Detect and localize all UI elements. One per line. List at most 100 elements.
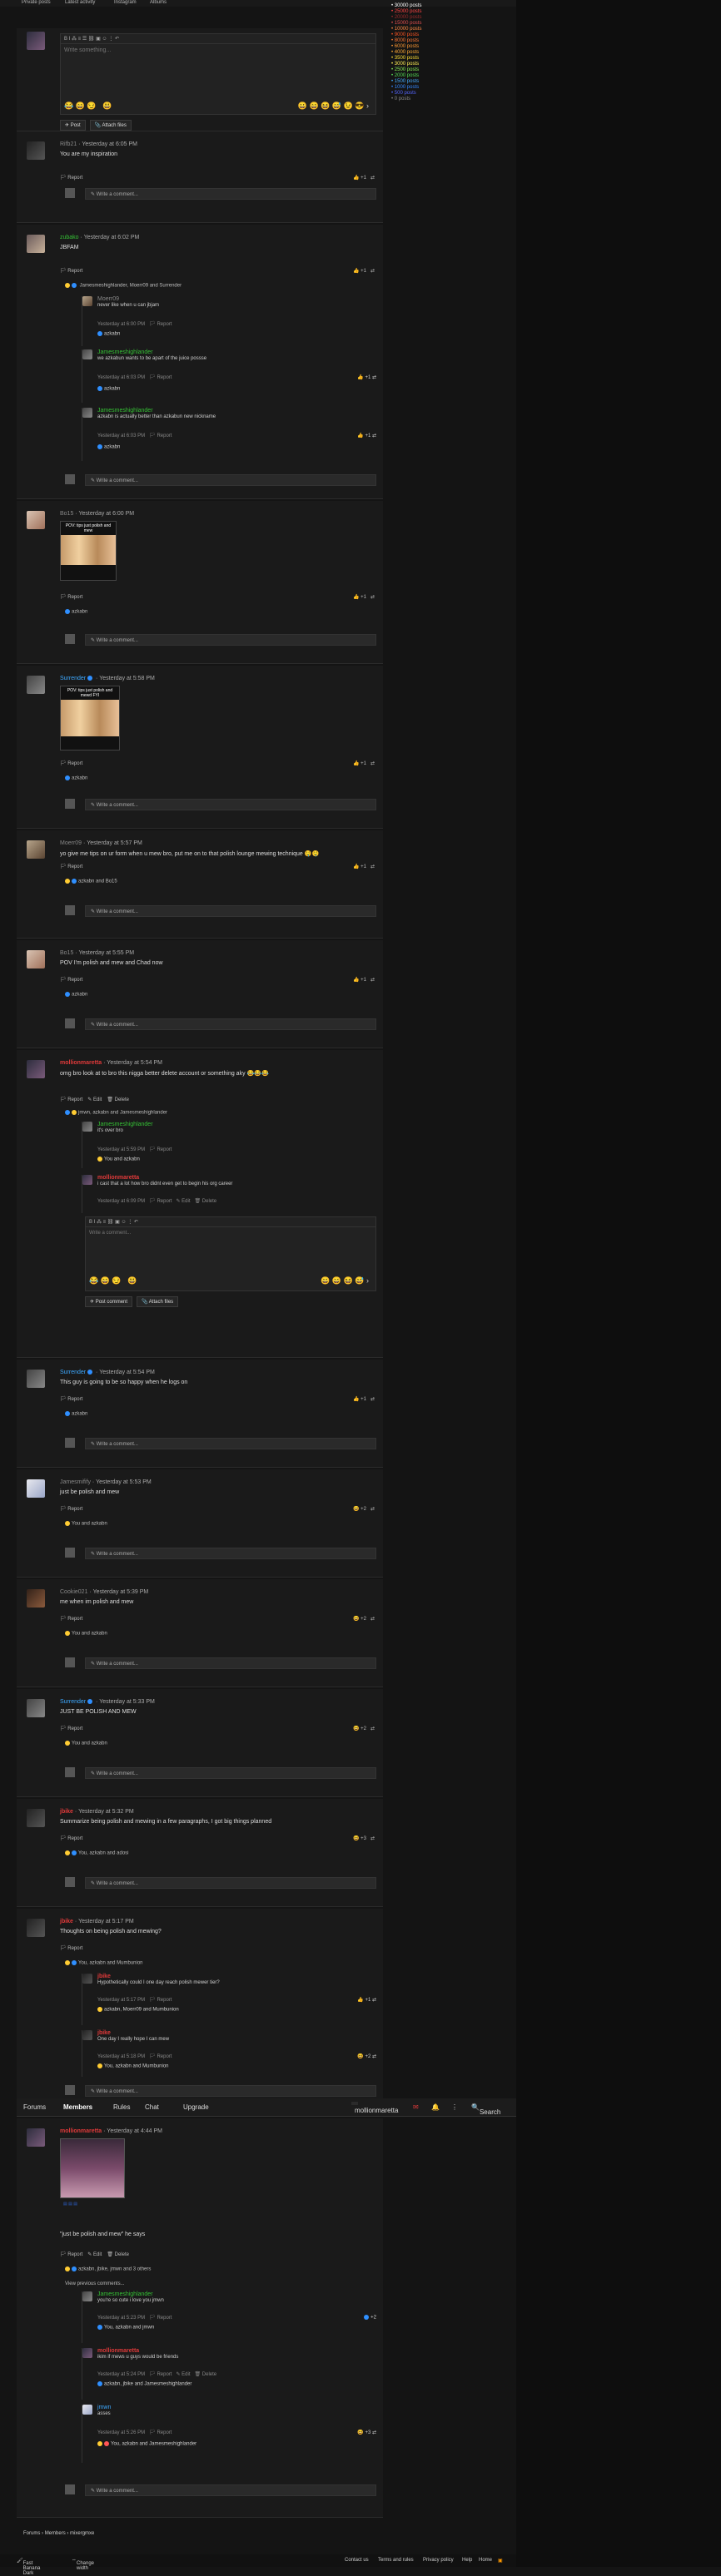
view-previous-comments[interactable]: View previous comments... bbox=[65, 2281, 125, 2286]
user-menu[interactable]: mollionmaretta bbox=[351, 2102, 398, 2114]
avatar[interactable] bbox=[27, 2128, 45, 2147]
comment-time[interactable]: Yesterday at 5:23 PM bbox=[97, 2316, 145, 2321]
attachment-links[interactable]: ▤ ▤ ▤ bbox=[63, 2202, 113, 2227]
post-author[interactable]: zubako bbox=[60, 235, 79, 240]
post-time[interactable]: Yesterday at 5:32 PM bbox=[78, 1809, 134, 1815]
post-time[interactable]: Yesterday at 5:53 PM bbox=[96, 1479, 152, 1485]
avatar[interactable] bbox=[27, 511, 45, 529]
comment-input[interactable]: ✎ Write a comment... bbox=[85, 799, 376, 810]
avatar[interactable] bbox=[27, 1479, 45, 1498]
comment-author[interactable]: mollionmaretta bbox=[97, 1175, 139, 1181]
breadcrumb-members[interactable]: Members bbox=[45, 2531, 66, 2536]
avatar[interactable] bbox=[82, 2348, 92, 2358]
post-time[interactable]: Yesterday at 5:39 PM bbox=[93, 1589, 149, 1595]
search-button[interactable]: 🔍 Search bbox=[471, 2103, 500, 2116]
comment-like[interactable]: 👍 +1 ⇄ bbox=[357, 1997, 376, 2003]
reaction-summary[interactable]: You and azkabn bbox=[65, 1741, 107, 1746]
avatar[interactable] bbox=[82, 408, 92, 418]
avatar[interactable] bbox=[27, 1060, 45, 1078]
comment-reactions[interactable]: You, azkabn and Mumbunion bbox=[97, 2063, 169, 2069]
report-link[interactable]: 🏳 Report bbox=[60, 1397, 82, 1402]
comment-input[interactable]: ✎ Write a comment... bbox=[85, 1877, 376, 1889]
comment-input[interactable]: ✎ Write a comment... bbox=[85, 1767, 376, 1779]
avatar[interactable] bbox=[82, 1175, 92, 1185]
delete-link[interactable]: 🗑 Delete bbox=[107, 1097, 129, 1102]
avatar[interactable] bbox=[27, 235, 45, 253]
avatar[interactable] bbox=[27, 676, 45, 694]
avatar[interactable] bbox=[82, 2405, 92, 2415]
emoji-row[interactable]: 😂 😄 😏 😃 bbox=[64, 102, 112, 111]
avatar[interactable] bbox=[82, 1974, 92, 1984]
comment-input[interactable]: ✎ Write a comment... bbox=[85, 1018, 376, 1030]
report-link[interactable]: 🏳 Report bbox=[60, 1836, 82, 1841]
avatar[interactable] bbox=[82, 1122, 92, 1132]
avatar[interactable] bbox=[27, 1589, 45, 1608]
like-count[interactable]: 😆 +2 ⇄ bbox=[353, 1726, 375, 1731]
post-author[interactable]: Bo15 bbox=[60, 511, 73, 517]
avatar[interactable] bbox=[82, 296, 92, 306]
report-link[interactable]: 🏳 Report bbox=[60, 1507, 82, 1512]
avatar[interactable] bbox=[27, 1370, 45, 1388]
nav-chat[interactable]: Chat bbox=[145, 2103, 159, 2111]
report-link[interactable]: 🏳 Report bbox=[60, 176, 82, 181]
comment-input[interactable]: ✎ Write a comment... bbox=[85, 1438, 376, 1449]
post-author[interactable]: mollionmaretta bbox=[60, 1060, 102, 1066]
inbox-icon[interactable]: ✉ bbox=[413, 2103, 419, 2111]
attach-files-button[interactable]: 📎 Attach files bbox=[89, 120, 132, 131]
alerts-icon[interactable]: 🔔 bbox=[431, 2103, 440, 2111]
footer-terms[interactable]: Terms and rules bbox=[378, 2558, 414, 2563]
comment-author[interactable]: Jamesmeshighlander bbox=[97, 408, 153, 414]
comment-like[interactable]: 👍 +1 ⇄ bbox=[357, 433, 376, 438]
footer-contact[interactable]: Contact us bbox=[345, 2558, 369, 2563]
comment-author[interactable]: Jamesmeshighlander bbox=[97, 349, 153, 355]
breadcrumb-profile[interactable]: mixergmxe bbox=[70, 2531, 94, 2536]
post-time[interactable]: Yesterday at 5:58 PM bbox=[99, 676, 155, 681]
report-link[interactable]: 🏳 Report bbox=[60, 595, 82, 600]
comment-input[interactable]: ✎ Write a comment... bbox=[85, 1548, 376, 1559]
edit-link[interactable]: ✎ Edit bbox=[87, 1097, 102, 1102]
comment-input[interactable]: ✎ Write a comment... bbox=[85, 2484, 376, 2496]
reaction-summary[interactable]: jmwn, azkabn and Jamesmeshighlander bbox=[65, 1110, 167, 1116]
reaction-summary[interactable]: You and azkabn bbox=[65, 1631, 107, 1637]
post-time[interactable]: Yesterday at 6:02 PM bbox=[84, 235, 140, 240]
status-editor[interactable]: B I ⁂ ≡ ☰ ⛓ ▣ ☺ ⋮ ↶ Write something... 😂… bbox=[60, 33, 376, 115]
post-author[interactable]: Cookie021 bbox=[60, 1589, 87, 1595]
delete-link[interactable]: 🗑 Delete bbox=[107, 2252, 129, 2257]
comment-time[interactable]: Yesterday at 5:18 PM bbox=[97, 2054, 145, 2059]
like-count[interactable]: 👍 +1 ⇄ bbox=[353, 175, 375, 181]
comment-reactions[interactable]: You and azkabn bbox=[97, 1157, 140, 1162]
comment-time[interactable]: Yesterday at 6:03 PM bbox=[97, 375, 145, 380]
post-time[interactable]: Yesterday at 5:17 PM bbox=[78, 1919, 134, 1925]
comment-author[interactable]: jmwn bbox=[97, 2405, 111, 2410]
like-count[interactable]: 😆 +2 ⇄ bbox=[353, 1506, 375, 1512]
footer-privacy[interactable]: Privacy policy bbox=[423, 2558, 454, 2563]
report-link[interactable]: 🏳 Report bbox=[60, 269, 82, 274]
post-comment-button[interactable]: ✈ Post comment bbox=[85, 1296, 133, 1307]
comment-time[interactable]: Yesterday at 6:00 PM bbox=[97, 322, 145, 327]
post-image[interactable] bbox=[60, 2138, 125, 2198]
comment-author[interactable]: Jamesmeshighlander bbox=[97, 2291, 153, 2297]
like-count[interactable]: 😆 +3 ⇄ bbox=[353, 1835, 375, 1841]
footer-help[interactable]: Help bbox=[462, 2558, 472, 2563]
settings-icon[interactable]: ⋮ bbox=[451, 2103, 458, 2111]
nav-instagram[interactable]: Instagram bbox=[114, 0, 137, 5]
post-time[interactable]: Yesterday at 5:54 PM bbox=[99, 1370, 155, 1375]
meme-image[interactable]: POV: tips just polish and mew bbox=[60, 521, 117, 581]
editor-toolbar[interactable]: B I ⁂ ≡ ⛓ ▣ ☺ ⋮ ↶ bbox=[86, 1217, 375, 1227]
like-count[interactable]: 👍 +1 ⇄ bbox=[353, 268, 375, 274]
emoji-row-right[interactable]: 😀 😄 😆 😅 😉 😎 › bbox=[298, 102, 369, 111]
comment-author[interactable]: Jamesmeshighlander bbox=[97, 1122, 153, 1127]
nav-latest-activity[interactable]: Latest activity bbox=[65, 0, 95, 5]
report-link[interactable]: 🏳 Report bbox=[60, 1097, 82, 1102]
comment-like[interactable]: 😆 +2 ⇄ bbox=[357, 2053, 376, 2059]
reaction-summary[interactable]: azkabn bbox=[65, 1411, 87, 1417]
comment-author[interactable]: Moerr09 bbox=[97, 296, 119, 302]
post-author[interactable]: Bo15 bbox=[60, 950, 73, 956]
comment-time[interactable]: Yesterday at 6:03 PM bbox=[97, 433, 145, 438]
style-chooser[interactable]: 🖌 Fast Banana Dark bbox=[17, 2558, 40, 2576]
avatar[interactable] bbox=[82, 2030, 92, 2040]
comment-reactions[interactable]: azkabn, jbike and Jamesmeshighlander bbox=[97, 2381, 191, 2387]
post-author[interactable]: Surrender bbox=[60, 1699, 86, 1705]
reaction-summary[interactable]: You, azkabn and adosi bbox=[65, 1850, 129, 1856]
nav-forums[interactable]: Forums bbox=[23, 2103, 46, 2111]
